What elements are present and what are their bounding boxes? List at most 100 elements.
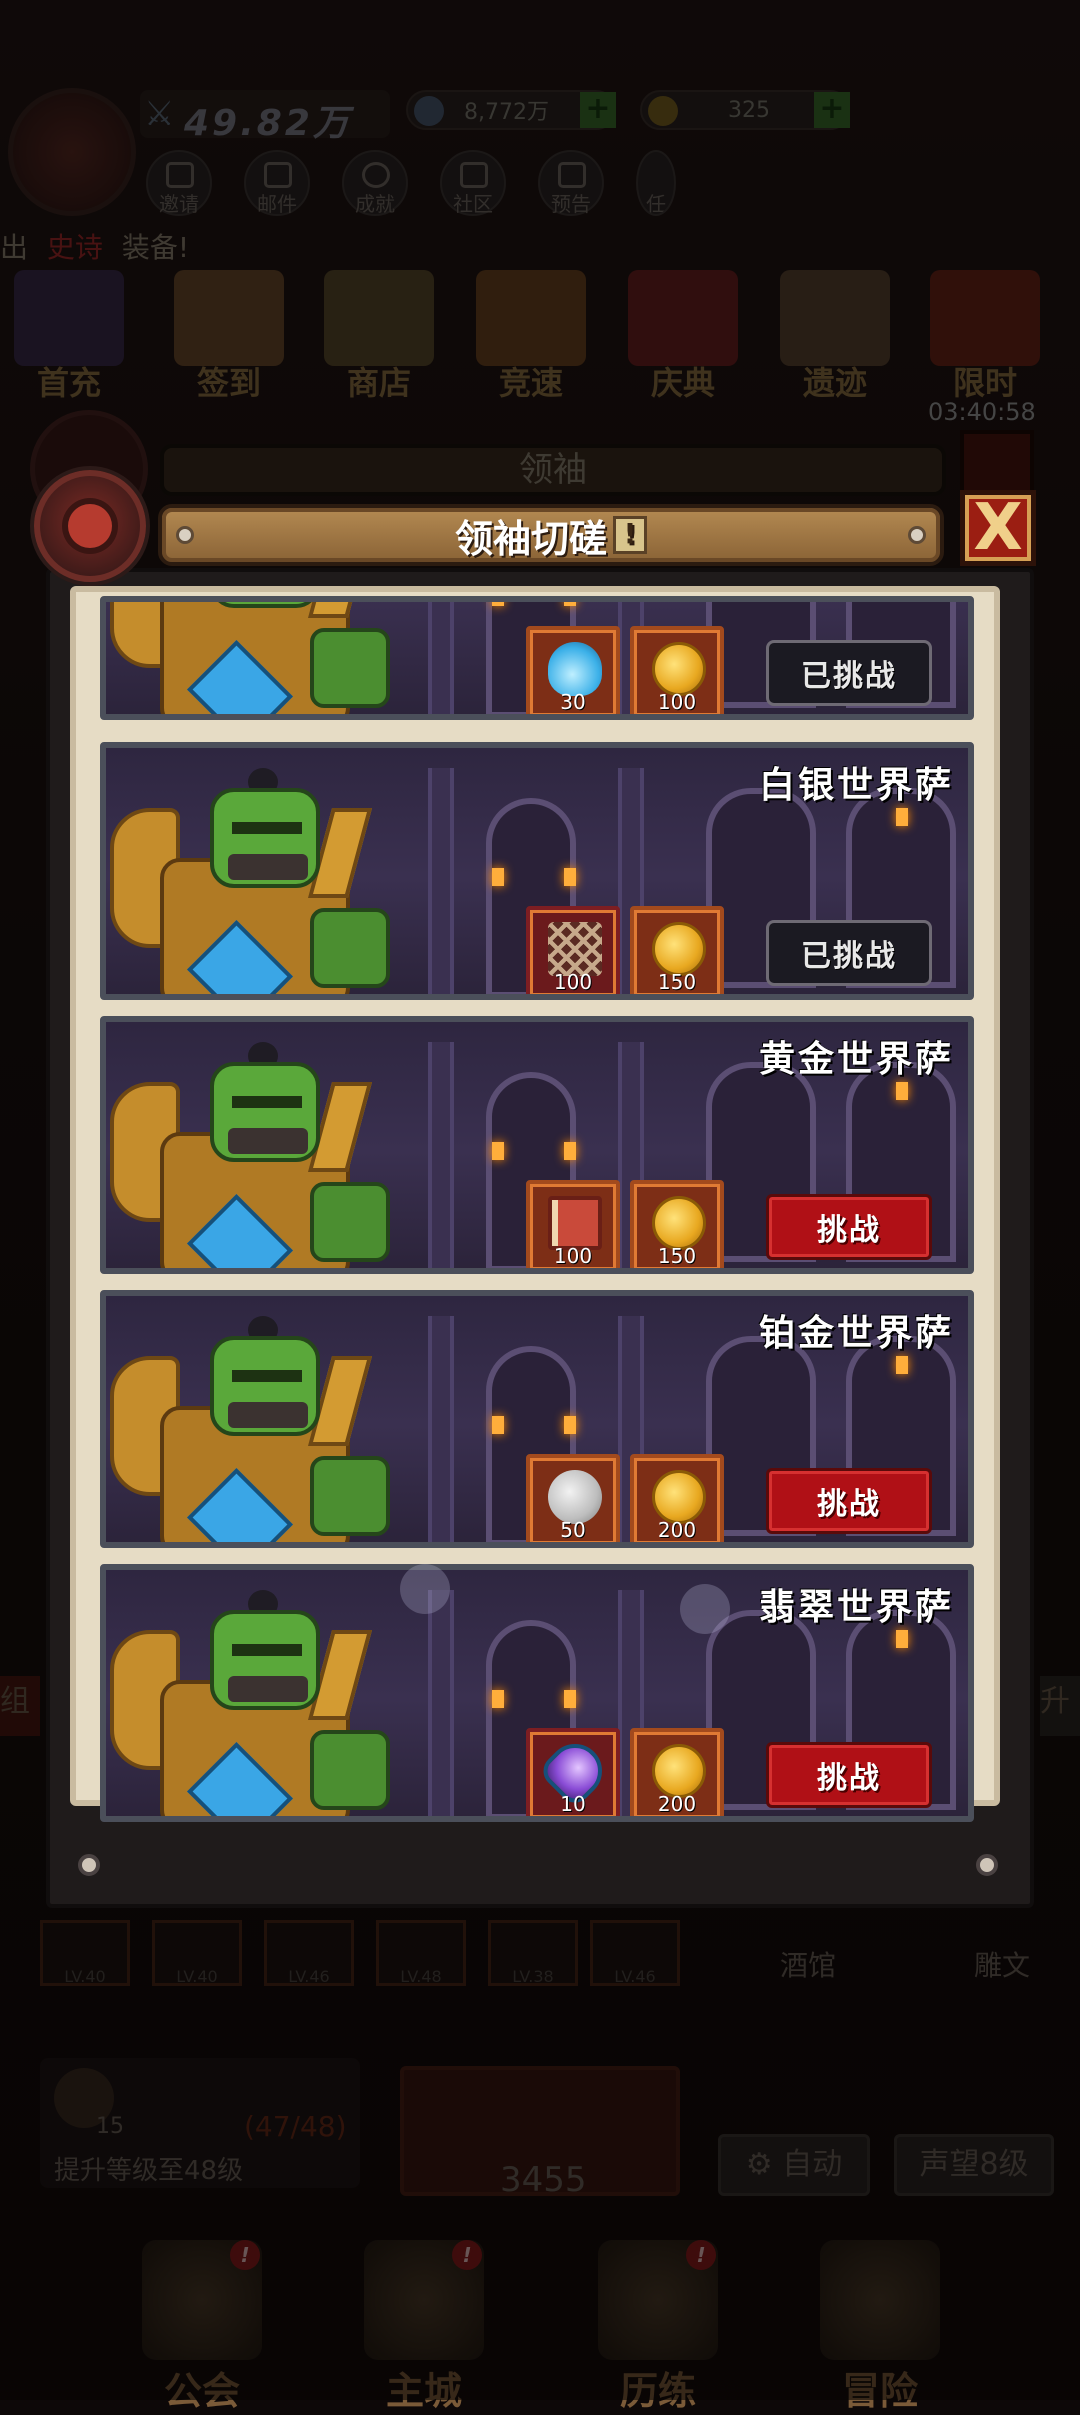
opponent-name: 黄金世界萨 xyxy=(758,1039,954,1080)
ticker: 出 史诗 装备! xyxy=(0,231,190,264)
mail-button[interactable]: 邮件 xyxy=(244,150,310,216)
opponent-name: 铂金世界萨 xyxy=(758,1313,954,1354)
community-button[interactable]: 社区 xyxy=(440,150,506,216)
reward-qty: 30 xyxy=(560,690,586,714)
reward-item[interactable]: 200 xyxy=(630,1728,724,1816)
close-button[interactable]: X xyxy=(960,490,1036,566)
task-button[interactable]: 任 xyxy=(636,150,676,216)
medal-icon xyxy=(362,162,390,188)
limited-timer: 03:40:58 xyxy=(928,398,1036,426)
opponent-name: 翡翠世界萨 xyxy=(758,1587,954,1628)
nav-main-city[interactable]: 主城! xyxy=(344,2240,504,2413)
diamond-icon xyxy=(414,96,444,126)
sword-icon: ⚔ xyxy=(144,94,175,134)
hero-slot-5[interactable]: LV.38 xyxy=(488,1920,578,1986)
reward-item[interactable]: 150 xyxy=(630,906,724,994)
challenge-card: 翡翠世界萨 10 200 挑战 xyxy=(100,1564,974,1822)
potion-icon xyxy=(548,642,602,696)
calendar-icon xyxy=(558,162,586,188)
currency1-plus-button[interactable]: + xyxy=(580,92,616,128)
book-icon xyxy=(548,1196,602,1250)
reward-item[interactable]: 150 xyxy=(630,1180,724,1268)
gold-icon xyxy=(652,922,706,976)
orc-warlord-portrait xyxy=(110,1590,410,1816)
challenged-button: 已挑战 xyxy=(766,920,932,986)
hero-slot-1[interactable]: LV.40 xyxy=(40,1920,130,1986)
reward-qty: 50 xyxy=(560,1518,586,1542)
nav-training[interactable]: 历练! xyxy=(578,2240,738,2413)
modal-titlebar: 领袖切磋! xyxy=(158,504,944,566)
orc-warlord-portrait xyxy=(110,768,410,994)
close-icon: X xyxy=(973,491,1023,565)
nav-guild[interactable]: 公会! xyxy=(122,2240,282,2413)
hero-slot-6[interactable]: LV.46 xyxy=(590,1920,680,1986)
auto-button[interactable]: ⚙ 自动 xyxy=(718,2134,870,2196)
bubble-decoration xyxy=(400,1564,450,1614)
reward-qty: 200 xyxy=(657,1518,697,1542)
modal-title: 领袖切磋 xyxy=(454,516,607,561)
challenge-button[interactable]: 挑战 xyxy=(766,1194,932,1260)
nav-adventure[interactable]: 冒险 xyxy=(800,2240,960,2413)
feature-shop[interactable]: 商店 xyxy=(314,270,444,410)
orc-warlord-portrait xyxy=(110,602,410,714)
challenged-button: 已挑战 xyxy=(766,640,932,706)
hero-slot-4[interactable]: LV.48 xyxy=(376,1920,466,1986)
challenge-card: 黄金世界萨 100 150 挑战 xyxy=(100,1016,974,1274)
side-tab-left[interactable]: 组 xyxy=(0,1676,40,1736)
training-alert-badge: ! xyxy=(686,2240,716,2270)
reward-item[interactable]: 100 xyxy=(526,1180,620,1268)
reward-qty: 150 xyxy=(657,1244,697,1268)
gold-icon xyxy=(652,1744,706,1798)
hero-slot-3[interactable]: LV.46 xyxy=(264,1920,354,1986)
reward-item[interactable]: 10 xyxy=(526,1728,620,1816)
feature-first-charge[interactable]: 首充 xyxy=(4,270,134,410)
preview-button[interactable]: 预告 xyxy=(538,150,604,216)
quest-count: 15 xyxy=(96,2114,124,2139)
reward-item[interactable]: 100 xyxy=(630,626,724,714)
feature-signin[interactable]: 签到 xyxy=(164,270,294,410)
hero-slot-2[interactable]: LV.40 xyxy=(152,1920,242,1986)
feature-limited[interactable]: 限时 xyxy=(920,270,1050,410)
info-icon[interactable]: ! xyxy=(613,516,647,554)
reward-qty: 100 xyxy=(657,690,697,714)
reward-item[interactable]: 50 xyxy=(526,1454,620,1542)
reward-qty: 100 xyxy=(553,1244,593,1268)
side-tab-right[interactable]: 升 xyxy=(1040,1676,1080,1736)
power-value: 49.82万 xyxy=(184,103,352,144)
city-alert-badge: ! xyxy=(452,2240,482,2270)
challenge-button[interactable]: 挑战 xyxy=(766,1742,932,1808)
reward-item[interactable]: 30 xyxy=(526,626,620,714)
hall-background: 白银世界萨 100 150 已挑战 xyxy=(106,748,968,994)
house-icon xyxy=(460,162,488,188)
reward-item[interactable]: 100 xyxy=(526,906,620,994)
hall-background: 铂金世界萨 50 200 挑战 xyxy=(106,1296,968,1542)
rivet-icon xyxy=(78,1854,100,1876)
quest-panel[interactable]: 15 (47/48) 提升等级至48级 xyxy=(40,2058,360,2188)
currency2-plus-button[interactable]: + xyxy=(814,92,850,128)
achievement-button[interactable]: 成就 xyxy=(342,150,408,216)
silver-icon xyxy=(548,1470,602,1524)
quest-progress: (47/48) xyxy=(244,2110,347,2143)
gold-icon xyxy=(652,642,706,696)
quest-text: 提升等级至48级 xyxy=(54,2156,244,2186)
boss-power: 3455 xyxy=(500,2160,587,2200)
reward-qty: 150 xyxy=(657,970,697,994)
feature-race[interactable]: 竞速 xyxy=(466,270,596,410)
hall-background: 30 100 已挑战 xyxy=(106,602,968,714)
currency2-value: 325 xyxy=(728,97,770,123)
tavern-button[interactable]: 酒馆 xyxy=(780,1944,836,1984)
challenge-button[interactable]: 挑战 xyxy=(766,1468,932,1534)
invite-button[interactable]: 邀请 xyxy=(146,150,212,216)
coin-icon xyxy=(648,96,678,126)
mail-icon xyxy=(264,162,292,188)
feature-festival[interactable]: 庆典 xyxy=(618,270,748,410)
challenge-card: 白银世界萨 100 150 已挑战 xyxy=(100,742,974,1000)
feature-relic[interactable]: 遗迹 xyxy=(770,270,900,410)
currency1-value: 8,772万 xyxy=(464,100,549,125)
player-avatar[interactable] xyxy=(8,88,136,216)
reward-qty: 10 xyxy=(560,1792,586,1816)
statue-button[interactable]: 雕文 xyxy=(974,1944,1030,1984)
reward-item[interactable]: 200 xyxy=(630,1454,724,1542)
currency2-pill: 325 + xyxy=(640,90,850,130)
fame-button[interactable]: 声望8级 xyxy=(894,2134,1054,2196)
